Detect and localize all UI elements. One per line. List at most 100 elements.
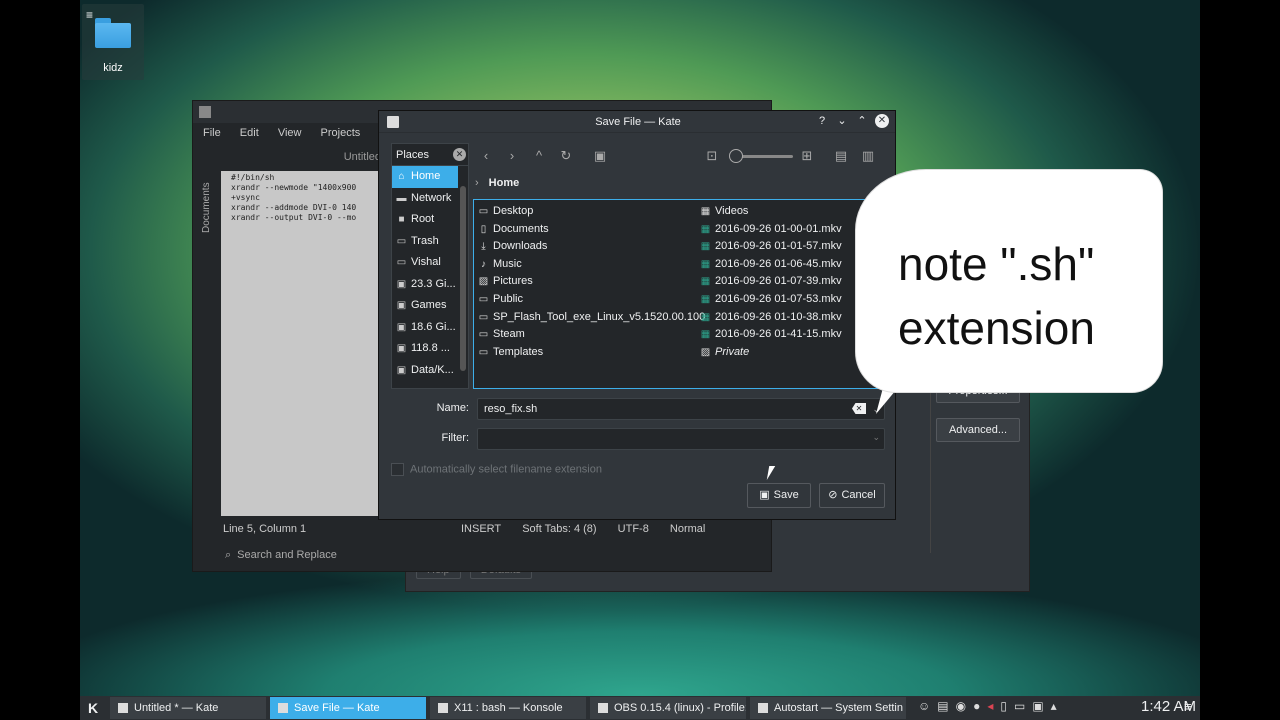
user-icon[interactable]: ☺ [918, 699, 930, 713]
steam-icon[interactable]: ◉ [956, 699, 966, 713]
new-folder-icon[interactable]: ▤ [832, 147, 850, 165]
task-button[interactable]: OBS 0.15.4 (linux) - Profile: [590, 697, 746, 719]
menu-projects[interactable]: Projects [321, 127, 361, 139]
help-icon[interactable]: ? [815, 114, 829, 128]
minimize-icon[interactable]: ⌄ [835, 114, 849, 128]
reload-icon[interactable]: ↻ [557, 147, 575, 165]
device-icon[interactable]: ▯ [1000, 699, 1007, 713]
preview-icon[interactable]: ▣ [591, 147, 609, 165]
menu-edit[interactable]: Edit [240, 127, 259, 139]
place-item[interactable]: ▣ 118.8 ... [392, 338, 458, 360]
zoom-slider-handle[interactable] [729, 149, 743, 163]
chevron-down-icon[interactable]: ⌄ [872, 432, 880, 443]
application-launcher-icon[interactable]: K [84, 699, 102, 717]
kate-document-tab[interactable]: Untitled [221, 151, 381, 167]
file-item[interactable]: ▯ Documents [478, 221, 705, 239]
syntax-setting[interactable]: Normal [670, 523, 705, 535]
save-label: Save [773, 489, 799, 501]
zoom-in-icon[interactable]: ⊞ [798, 147, 816, 165]
advanced-button[interactable]: Advanced... [936, 418, 1020, 442]
file-item[interactable]: ▭ Public [478, 291, 705, 309]
clear-text-icon[interactable]: ✕ [852, 403, 866, 414]
desktop: ≡ kidz Properties... Advanced... Help De… [80, 0, 1200, 720]
menu-file[interactable]: File [203, 127, 221, 139]
place-item[interactable]: ▣ Games [392, 295, 458, 317]
file-item[interactable]: ▭ SP_Flash_Tool_exe_Linux_v5.1520.00.100 [478, 309, 705, 327]
filename-value: reso_fix.sh [484, 403, 538, 415]
input-mode[interactable]: INSERT [461, 523, 501, 535]
file-item[interactable]: ▦ 2016-09-26 01-41-15.mkv [700, 326, 842, 344]
menu-view[interactable]: View [278, 127, 302, 139]
folder-icon [95, 18, 131, 48]
filter-select[interactable]: ⌄ [477, 428, 885, 450]
place-item[interactable]: ▣ 23.3 Gi... [392, 274, 458, 296]
panel-menu-icon[interactable]: ≡ [1184, 699, 1192, 714]
file-item[interactable]: ▦ 2016-09-26 01-06-45.mkv [700, 256, 842, 274]
place-item[interactable]: ▣ Data/K... [392, 360, 458, 382]
file-column-right: ▦ Videos ▦ 2016-09-26 01-00-01.mkv ▦ 2016-09-… [700, 203, 842, 361]
task-button[interactable]: Save File — Kate [270, 697, 426, 719]
volume-icon[interactable]: ◂ [987, 699, 993, 713]
editor-text-area[interactable]: #!/bin/sh xrandr --newmode "1400x900 +vs… [221, 171, 381, 516]
network-icon[interactable]: ▭ [1014, 699, 1025, 713]
filter-label: Filter: [441, 432, 470, 444]
search-replace-button[interactable]: ⌕ Search and Replace [225, 549, 337, 562]
task-button[interactable]: X11 : bash — Konsole [430, 697, 586, 719]
clipboard-icon[interactable]: ▤ [937, 699, 948, 713]
place-item[interactable]: ■ Root [392, 209, 458, 231]
save-button[interactable]: ▣ Save [747, 483, 811, 508]
place-item[interactable]: ▣ 18.6 Gi... [392, 317, 458, 339]
breadcrumb[interactable]: › Home [475, 177, 519, 189]
place-item[interactable]: ▭ Vishal [392, 252, 458, 274]
file-item[interactable]: ⤓ Downloads [478, 238, 705, 256]
desktop-folder-kidz[interactable]: ≡ kidz [82, 4, 144, 80]
place-label: 18.6 Gi... [411, 320, 456, 333]
file-item[interactable]: ▦ 2016-09-26 01-00-01.mkv [700, 221, 842, 239]
encoding-setting[interactable]: UTF-8 [618, 523, 649, 535]
close-icon[interactable]: ✕ [875, 114, 889, 128]
cancel-icon: ⊘ [828, 489, 838, 501]
maximize-icon[interactable]: ⌃ [855, 114, 869, 128]
file-item[interactable]: ▦ 2016-09-26 01-07-39.mkv [700, 273, 842, 291]
place-item[interactable]: ⌂ Home [392, 166, 458, 188]
file-item[interactable]: ▭ Desktop [478, 203, 705, 221]
place-item[interactable]: ▬ Network [392, 188, 458, 210]
file-list: ▭ Desktop ▯ Documents ⤓ Downloads ♪ Music ▨ Pictu… [473, 199, 885, 389]
callout-text: note ".sh" extension [898, 232, 1095, 360]
cancel-button[interactable]: ⊘ Cancel [819, 483, 885, 508]
places-scrollbar[interactable] [460, 186, 466, 371]
browser-icon[interactable]: ● [973, 699, 980, 713]
breadcrumb-home[interactable]: Home [489, 177, 520, 189]
desktop-menu-icon[interactable]: ≡ [86, 8, 93, 22]
indent-setting[interactable]: Soft Tabs: 4 (8) [522, 523, 596, 535]
documents-sidebar-tab[interactable]: Documents [201, 153, 217, 233]
close-places-icon[interactable]: ✕ [453, 148, 466, 161]
file-item[interactable]: ▨ Private [700, 344, 842, 362]
places-title: Places [396, 149, 430, 161]
back-icon[interactable]: ‹ [477, 147, 495, 165]
file-item[interactable]: ▨ Pictures [478, 273, 705, 291]
options-icon[interactable]: ▥ [859, 147, 877, 165]
zoom-slider[interactable] [735, 155, 793, 158]
file-label: Private [715, 345, 750, 358]
zoom-out-icon[interactable]: ⊡ [703, 147, 721, 165]
auto-extension-checkbox[interactable]: Automatically select filename extension [391, 463, 602, 476]
window-icon [438, 703, 448, 714]
file-item[interactable]: ▭ Templates [478, 344, 705, 362]
updates-icon[interactable]: ▣ [1032, 699, 1043, 713]
file-item[interactable]: ▦ 2016-09-26 01-10-38.mkv [700, 309, 842, 327]
checkbox-box[interactable] [391, 463, 404, 476]
file-item[interactable]: ▦ 2016-09-26 01-01-57.mkv [700, 238, 842, 256]
parent-folder-icon[interactable]: ^ [530, 147, 548, 165]
file-label: 2016-09-26 01-01-57.mkv [715, 240, 842, 253]
forward-icon[interactable]: › [503, 147, 521, 165]
filename-input[interactable]: reso_fix.sh ✕ ⌄ [477, 398, 885, 420]
expand-tray-icon[interactable]: ▴ [1051, 699, 1057, 713]
task-button[interactable]: Autostart — System Settin [750, 697, 906, 719]
file-item[interactable]: ▦ 2016-09-26 01-07-53.mkv [700, 291, 842, 309]
file-item[interactable]: ▦ Videos [700, 203, 842, 221]
file-item[interactable]: ▭ Steam [478, 326, 705, 344]
place-item[interactable]: ▭ Trash [392, 231, 458, 253]
file-item[interactable]: ♪ Music [478, 256, 705, 274]
task-button[interactable]: Untitled * — Kate [110, 697, 266, 719]
